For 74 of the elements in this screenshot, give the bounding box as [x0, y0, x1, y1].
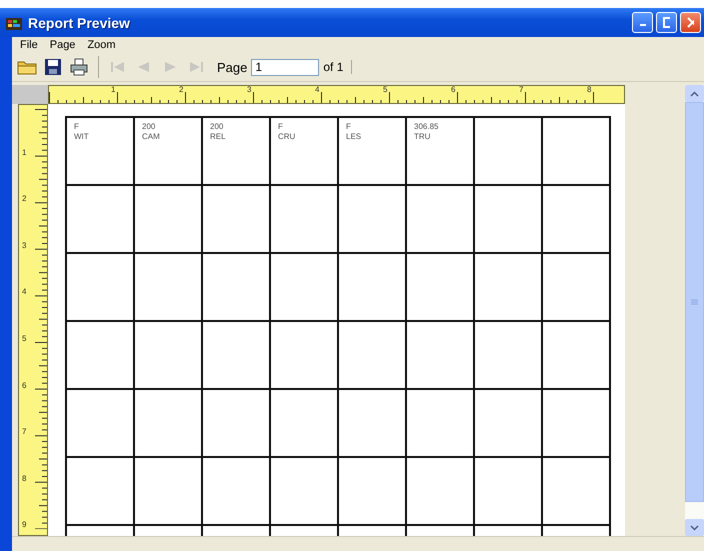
label-cell [271, 322, 339, 390]
label-cell [135, 254, 203, 322]
ruler-number: 7 [22, 427, 26, 436]
maximize-icon [663, 17, 670, 28]
ruler-corner [12, 85, 48, 104]
ruler-number: 3 [22, 240, 26, 250]
ruler-number: 6 [451, 85, 456, 94]
label-cell [475, 390, 543, 458]
maximize-button[interactable] [656, 12, 677, 33]
menu-item[interactable]: File [14, 39, 44, 51]
printer-icon [69, 57, 89, 77]
ruler-number: 4 [315, 85, 320, 94]
label-cell [203, 322, 271, 390]
label-cell [135, 458, 203, 526]
label-cell [271, 390, 339, 458]
label-cell [339, 390, 407, 458]
label-cell [475, 458, 543, 526]
ruler-number: 5 [383, 85, 388, 94]
minimize-button[interactable] [632, 12, 653, 33]
label-cell [407, 322, 475, 390]
label-cell [271, 458, 339, 526]
close-icon [687, 17, 694, 28]
label-cell [543, 322, 611, 390]
printer-button[interactable] [68, 56, 90, 78]
page-total: of 1 [323, 60, 352, 74]
label-text: 200 CAM [141, 121, 160, 142]
ruler-number: 2 [179, 85, 184, 94]
ruler-number: 1 [22, 148, 26, 157]
app-icon [6, 16, 22, 30]
ruler-number: 8 [587, 85, 592, 94]
chevron-down-icon [690, 524, 699, 530]
label-cell [543, 186, 611, 254]
label-cell [135, 322, 203, 390]
scroll-down-button[interactable] [685, 519, 704, 536]
ruler-number: 2 [22, 194, 26, 204]
close-button[interactable] [680, 12, 701, 33]
label-cell [203, 254, 271, 322]
label-cell [475, 254, 543, 322]
menu-item[interactable]: Zoom [81, 39, 122, 51]
label-text: F WIT [73, 121, 89, 142]
label-text: F CRU [277, 121, 296, 142]
scroll-up-button[interactable] [685, 85, 704, 102]
window-title: Report Preview [28, 14, 131, 30]
label-cell [203, 458, 271, 526]
ruler-number: 9 [22, 520, 26, 530]
label-text: F LES [345, 121, 362, 142]
ruler-number: 3 [247, 85, 252, 94]
chevron-up-icon [690, 90, 699, 96]
label-cell [135, 390, 203, 458]
ruler-number: 6 [22, 380, 26, 390]
label-cell [407, 254, 475, 322]
menu-item[interactable]: Page [44, 39, 82, 51]
label-cell [339, 322, 407, 390]
floppy-disk-button[interactable] [42, 56, 64, 78]
label-cell [339, 458, 407, 526]
label-cell [407, 390, 475, 458]
label-cell [543, 458, 611, 526]
label-text: 306.85 TRU [413, 121, 438, 142]
label-text: 200 REL [209, 121, 226, 142]
ruler-number: 8 [22, 474, 26, 483]
label-cell [475, 322, 543, 390]
label-cell [407, 458, 475, 526]
page-number-field[interactable]: 1 [251, 58, 320, 76]
ruler-number: 5 [22, 334, 26, 343]
page-label: Page [217, 60, 248, 74]
label-cell [271, 254, 339, 322]
ruler-number: 1 [111, 85, 116, 94]
label-cell [339, 254, 407, 322]
ruler-number: 4 [22, 287, 26, 296]
label-cell [475, 186, 543, 254]
label-cell [543, 390, 611, 458]
label-cell [203, 390, 271, 458]
label-cell [543, 254, 611, 322]
ruler-number: 7 [519, 85, 524, 94]
